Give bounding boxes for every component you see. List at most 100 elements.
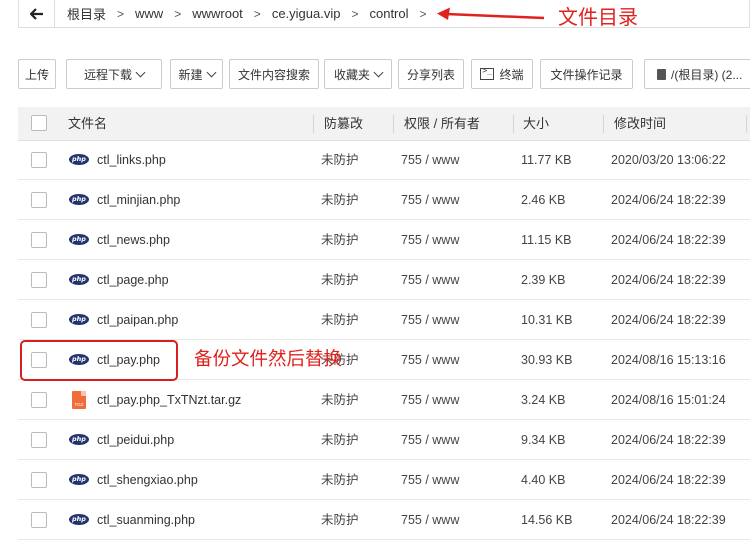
modified-time: 2024/08/16 15:01:24 [611,393,726,407]
tamper-status[interactable]: 未防护 [321,180,359,220]
permission[interactable]: 755 / www [401,220,459,260]
file-name[interactable]: ctl_links.php [97,140,166,180]
chevron-right-icon: > [351,6,359,21]
php-icon: php [69,314,89,325]
permission[interactable]: 755 / www [401,260,459,300]
file-name[interactable]: ctl_paipan.php [97,300,178,340]
row-checkbox[interactable] [31,472,47,488]
tamper-status[interactable]: 未防护 [321,500,359,540]
file-size: 9.34 KB [521,433,566,447]
favorites-button[interactable]: 收藏夹 [324,59,392,89]
chevron-down-icon [373,67,384,77]
column-header-mtime[interactable]: 修改时间 [614,107,666,141]
content-search-button[interactable]: 文件内容搜索 [229,59,319,89]
modified-time: 2024/06/24 18:22:39 [611,193,726,207]
annotation-backup-note: 备份文件然后替换 [194,348,343,369]
table-row[interactable]: php ctl_page.php 未防护 755 / www 2.39 KB 2… [18,260,750,300]
annotation-highlight-box [20,340,178,381]
modified-time: 2024/06/24 18:22:39 [611,473,726,487]
row-checkbox[interactable] [31,232,47,248]
annotation-directory-note: 文件目录 [558,7,638,29]
new-button[interactable]: 新建 [170,59,223,89]
table-row[interactable]: php ctl_paipan.php 未防护 755 / www 10.31 K… [18,300,750,340]
disk-selector-button[interactable]: /(根目录) (2... [644,59,750,89]
row-checkbox[interactable] [31,192,47,208]
upload-label: 上传 [24,67,49,82]
tamper-status[interactable]: 未防护 [321,260,359,300]
file-name[interactable]: ctl_shengxiao.php [97,460,198,500]
disk-label: /(根目录) (2... [671,67,743,82]
tamper-status[interactable]: 未防护 [321,220,359,260]
column-header-size[interactable]: 大小 [523,107,549,141]
chevron-right-icon: > [253,6,261,21]
permission[interactable]: 755 / www [401,380,459,420]
breadcrumb-item-site[interactable]: ce.yigua.vip [266,6,347,21]
table-row[interactable]: TGZ ctl_pay.php_TxTNzt.tar.gz 未防护 755 / … [18,380,750,420]
row-checkbox[interactable] [31,152,47,168]
tamper-status[interactable]: 未防护 [321,460,359,500]
chevron-right-icon: > [117,6,125,21]
operation-log-button[interactable]: 文件操作记录 [540,59,633,89]
terminal-button[interactable]: 终端 [471,59,533,89]
column-divider [393,115,394,133]
row-checkbox[interactable] [31,312,47,328]
file-size: 4.40 KB [521,473,566,487]
breadcrumb-item-wwwroot[interactable]: wwwroot [186,6,249,21]
file-size: 11.15 KB [521,233,572,247]
table-row[interactable]: php ctl_news.php 未防护 755 / www 11.15 KB … [18,220,750,260]
tamper-status[interactable]: 未防护 [321,420,359,460]
row-checkbox[interactable] [31,392,47,408]
row-checkbox[interactable] [31,272,47,288]
back-button[interactable] [19,0,55,27]
file-size: 30.93 KB [521,353,573,367]
file-name[interactable]: ctl_news.php [97,220,170,260]
permission[interactable]: 755 / www [401,500,459,540]
file-size: 2.46 KB [521,193,566,207]
table-row[interactable]: php ctl_links.php 未防护 755 / www 11.77 KB… [18,140,750,180]
chevron-down-icon [135,67,146,77]
file-name[interactable]: ctl_peidui.php [97,420,174,460]
tamper-status[interactable]: 未防护 [321,140,359,180]
operation-log-label: 文件操作记录 [550,67,623,82]
file-size: 14.56 KB [521,513,573,527]
permission[interactable]: 755 / www [401,300,459,340]
permission[interactable]: 755 / www [401,340,459,380]
share-list-label: 分享列表 [406,67,455,82]
remote-download-button[interactable]: 远程下载 [66,59,162,89]
file-name[interactable]: ctl_page.php [97,260,169,300]
row-checkbox[interactable] [31,512,47,528]
file-name[interactable]: ctl_minjian.php [97,180,180,220]
column-header-tamper[interactable]: 防篡改 [324,107,363,141]
share-list-button[interactable]: 分享列表 [398,59,464,89]
modified-time: 2024/06/24 18:22:39 [611,513,726,527]
tamper-status[interactable]: 未防护 [321,300,359,340]
permission[interactable]: 755 / www [401,460,459,500]
upload-button[interactable]: 上传 [18,59,56,89]
modified-time: 2020/03/20 13:06:22 [611,153,726,167]
row-checkbox[interactable] [31,432,47,448]
table-row[interactable]: php ctl_shengxiao.php 未防护 755 / www 4.40… [18,460,750,500]
file-size: 3.24 KB [521,393,566,407]
file-size: 11.77 KB [521,153,572,167]
tamper-status[interactable]: 未防护 [321,380,359,420]
chevron-right-icon: > [419,6,427,21]
permission[interactable]: 755 / www [401,420,459,460]
breadcrumb-item-www[interactable]: www [129,6,169,21]
chevron-right-icon: > [174,6,182,21]
select-all-checkbox[interactable] [31,115,47,131]
permission[interactable]: 755 / www [401,180,459,220]
file-name[interactable]: ctl_pay.php_TxTNzt.tar.gz [97,380,241,420]
table-row[interactable]: php ctl_minjian.php 未防护 755 / www 2.46 K… [18,180,750,220]
column-header-permission[interactable]: 权限 / 所有者 [404,107,480,141]
breadcrumb-item-control[interactable]: control [363,6,414,21]
file-name[interactable]: ctl_suanming.php [97,500,195,540]
table-row[interactable]: php ctl_suanming.php 未防护 755 / www 14.56… [18,500,750,540]
column-header-name[interactable]: 文件名 [68,107,107,141]
file-size: 10.31 KB [521,313,573,327]
column-divider [513,115,514,133]
toolbar: 上传 远程下载 新建 文件内容搜索 收藏夹 分享列表 终端 文件操作记录 /(根… [18,59,750,89]
table-row[interactable]: php ctl_peidui.php 未防护 755 / www 9.34 KB… [18,420,750,460]
permission[interactable]: 755 / www [401,140,459,180]
breadcrumb-item-root[interactable]: 根目录 [61,4,112,23]
breadcrumb: 根目录 > www > wwwroot > ce.yigua.vip > con… [55,4,432,23]
